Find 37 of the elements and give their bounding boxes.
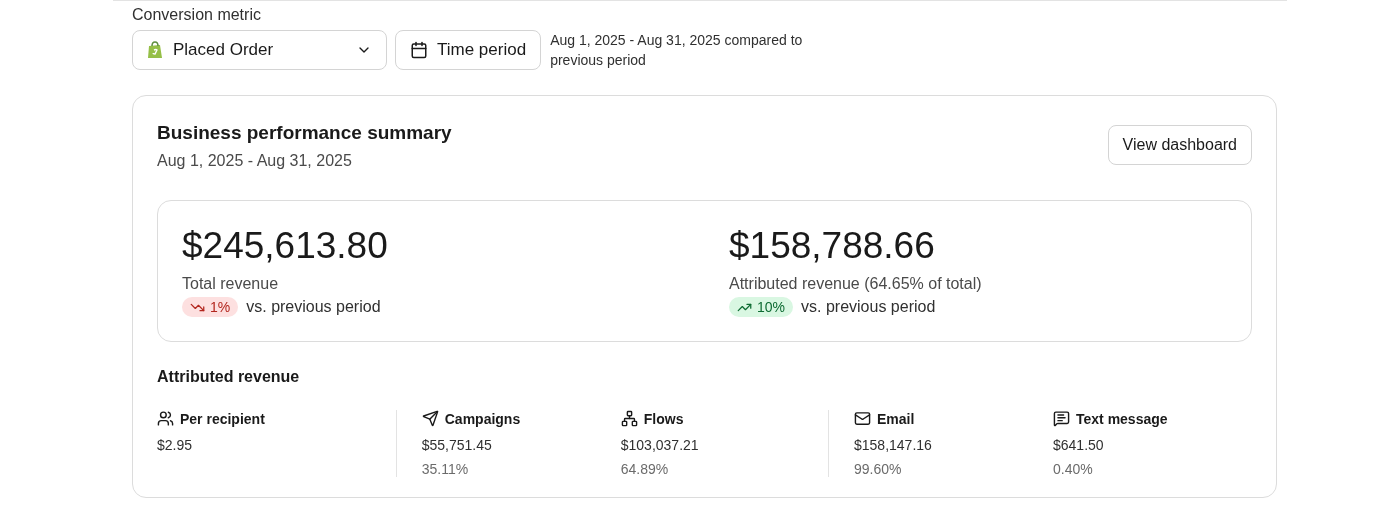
stat-label: Email — [854, 410, 1053, 427]
card-title: Business performance summary — [157, 122, 452, 144]
comparison-text: vs. previous period — [801, 298, 936, 316]
hierarchy-icon — [620, 410, 638, 427]
field-label: Conversion metric — [132, 6, 262, 24]
revenue-label: Attributed revenue (64.65% of total) — [729, 275, 983, 293]
people-icon — [157, 410, 174, 427]
change-badge: 10% — [729, 297, 794, 317]
mail-icon — [854, 410, 871, 427]
stat-value: $2.95 — [157, 437, 194, 453]
revenue-amount: $245,613.80 — [182, 225, 389, 267]
stat-label: Per recipient — [157, 410, 356, 427]
revenue-label: Total revenue — [182, 275, 280, 293]
chat-icon — [1053, 410, 1070, 427]
stat-share: 99.60% — [854, 461, 903, 477]
stat-value: $158,147.16 — [854, 437, 933, 453]
stat-share: 35.11% — [421, 461, 470, 477]
stat-value: $103,037.21 — [620, 437, 700, 453]
date-range: Aug 1, 2025 - Aug 31, 2025 — [157, 152, 353, 170]
calendar-icon — [410, 41, 428, 59]
change-badge: 1% — [182, 297, 239, 317]
shopping-bag-icon — [147, 41, 163, 59]
period-note: Aug 1, 2025 - Aug 31, 2025 compared to previous period — [550, 31, 804, 70]
comparison-text: vs. previous period — [246, 298, 381, 316]
stat-value: $55,751.45 — [421, 437, 493, 453]
stat-share: 64.89% — [620, 461, 670, 477]
send-icon — [421, 410, 439, 427]
stat-share: 0.40% — [1053, 461, 1094, 477]
metric-dropdown[interactable]: Placed Order — [132, 30, 387, 70]
stat-label: Campaigns — [421, 410, 621, 427]
section-title: Attributed revenue — [157, 368, 301, 386]
time-period-button[interactable]: Time period — [395, 30, 542, 70]
revenue-amount: $158,788.66 — [729, 225, 936, 267]
stat-label: Text message — [1053, 410, 1252, 427]
stat-value: $641.50 — [1053, 437, 1105, 453]
view-dashboard-button[interactable]: View dashboard — [1107, 125, 1252, 165]
stat-label: Flows — [620, 410, 820, 427]
